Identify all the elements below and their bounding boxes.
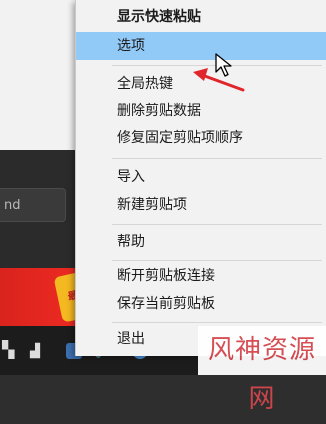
menu-item-save-current-clipboard[interactable]: 保存当前剪贴板 [76, 290, 326, 318]
network-icon[interactable]: ▟ [30, 342, 40, 362]
watermark: 风神资源网 [198, 326, 326, 414]
pointer-cursor-icon [215, 53, 232, 77]
background-promo-banner[interactable]: 最 [0, 268, 75, 326]
banner-coin-icon: 最 [53, 271, 75, 323]
menu-item-global-hotkeys[interactable]: 全局热键 [76, 70, 326, 98]
menu-item-new-clip[interactable]: 新建剪贴项 [76, 191, 326, 219]
menu-separator [112, 158, 322, 159]
menu-separator [112, 224, 322, 225]
menu-item-fix-pinned-order[interactable]: 修复固定剪贴项顺序 [76, 124, 326, 152]
start-icon[interactable]: ▚ [2, 340, 14, 360]
menu-item-show-quick-paste[interactable]: 显示快速粘贴 [76, 3, 326, 31]
menu-item-help[interactable]: 帮助 [76, 228, 326, 256]
background-search-input[interactable]: nd [0, 188, 66, 222]
menu-separator [112, 260, 322, 261]
background-window-top [0, 0, 75, 150]
tray-context-menu: 显示快速粘贴 选项 全局热键 删除剪贴数据 修复固定剪贴项顺序 导入 新建剪贴项… [75, 0, 326, 356]
menu-item-options[interactable]: 选项 [76, 32, 326, 60]
menu-separator [112, 322, 322, 323]
menu-item-import[interactable]: 导入 [76, 163, 326, 191]
menu-item-disconnect-clipboard[interactable]: 断开剪贴板连接 [76, 262, 326, 290]
menu-item-delete-clip-data[interactable]: 删除剪贴数据 [76, 97, 326, 125]
